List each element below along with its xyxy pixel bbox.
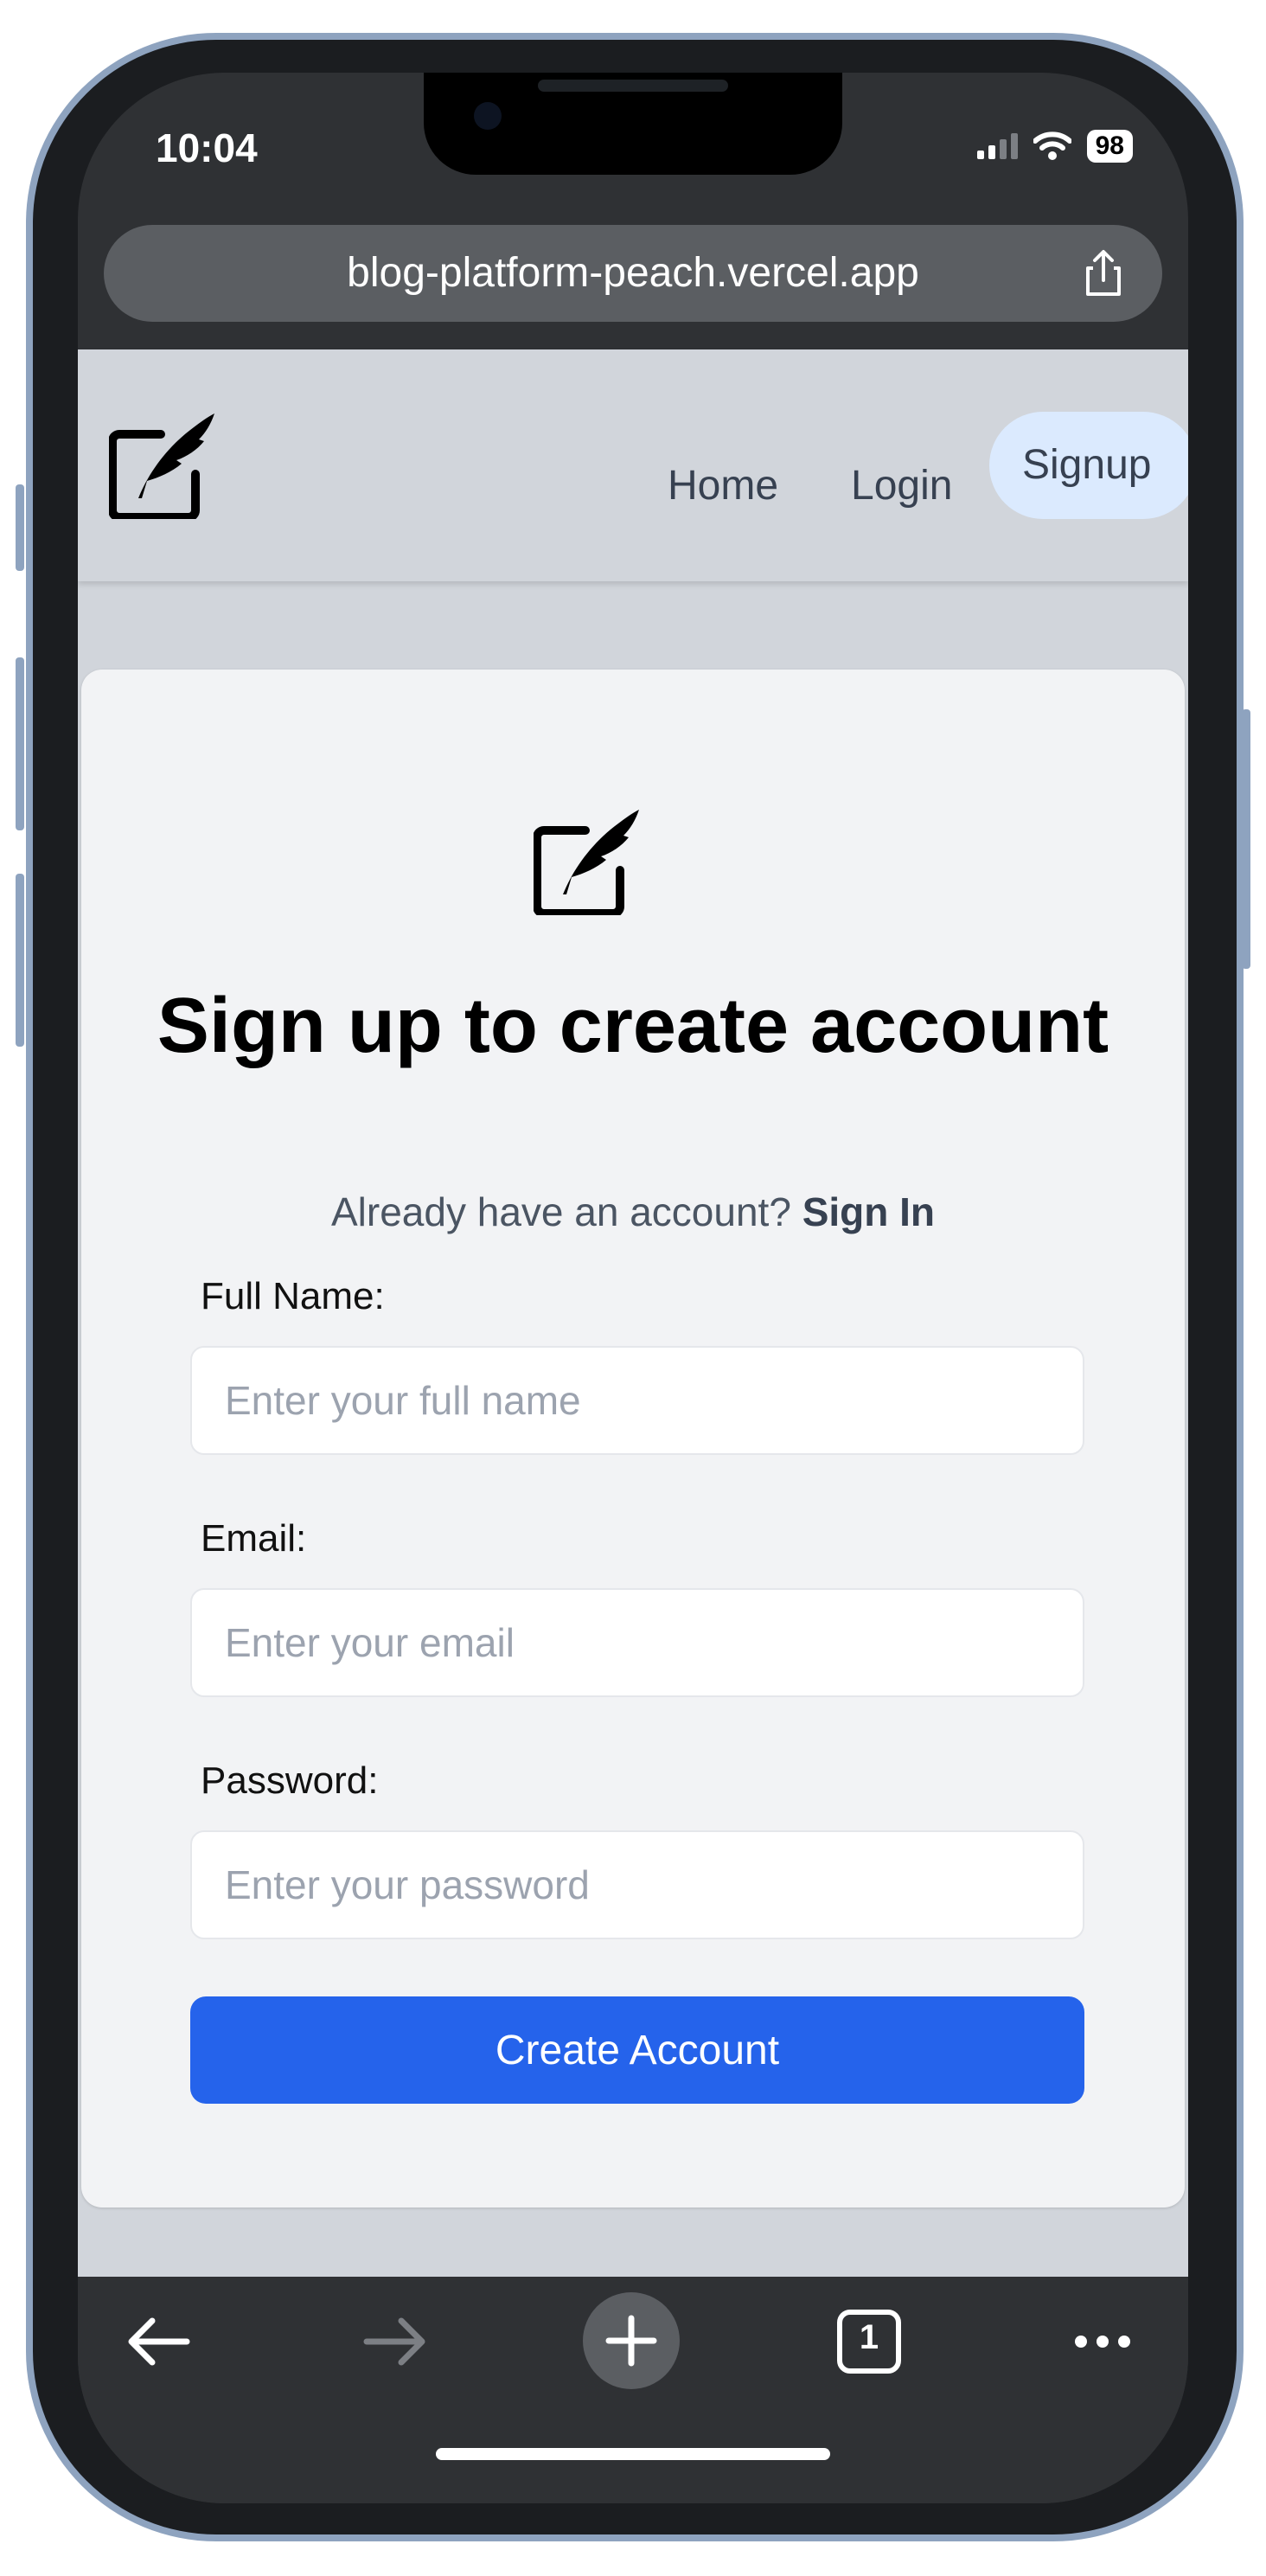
signup-card: Sign up to create account Already have a…	[81, 670, 1185, 2208]
plus-icon	[605, 2315, 657, 2367]
create-account-button[interactable]: Create Account	[190, 1996, 1084, 2104]
side-button	[1242, 709, 1250, 969]
status-icons: 98	[976, 130, 1133, 163]
site-navbar: Home Login Signup	[78, 349, 1188, 581]
share-icon[interactable]	[1079, 249, 1128, 298]
nav-signup-link[interactable]: Signup	[989, 412, 1188, 519]
back-arrow-icon[interactable]	[111, 2294, 206, 2389]
url-text: blog-platform-peach.vercel.app	[347, 250, 919, 296]
side-button	[16, 874, 24, 1047]
side-button	[16, 657, 24, 830]
address-bar[interactable]: blog-platform-peach.vercel.app	[104, 225, 1162, 322]
tabs-button[interactable]: 1	[822, 2294, 917, 2389]
tab-count: 1	[859, 2318, 879, 2356]
email-input[interactable]	[190, 1588, 1084, 1697]
fullname-label: Full Name:	[201, 1275, 385, 1317]
phone-screen: 10:04 98 blog-platform-peach.vercel.app …	[78, 73, 1188, 2503]
page-title: Sign up to create account	[157, 983, 1109, 1069]
signin-prompt-text: Already have an account?	[330, 1189, 791, 1234]
nav-login-link[interactable]: Login	[851, 433, 952, 540]
password-input[interactable]	[190, 1830, 1084, 1939]
camera-icon	[474, 102, 502, 130]
more-icon[interactable]	[1055, 2294, 1150, 2389]
nav-home-link[interactable]: Home	[668, 433, 778, 540]
status-time: 10:04	[156, 125, 258, 170]
password-label: Password:	[201, 1759, 379, 1802]
browser-toolbar: 1	[78, 2277, 1188, 2503]
fullname-input[interactable]	[190, 1346, 1084, 1455]
new-tab-button[interactable]	[583, 2292, 680, 2389]
quill-logo-icon[interactable]	[109, 412, 216, 519]
wifi-icon	[1033, 131, 1071, 160]
side-button	[16, 484, 24, 571]
forward-arrow-icon[interactable]	[348, 2294, 443, 2389]
email-label: Email:	[201, 1517, 307, 1560]
notch	[424, 73, 842, 175]
home-indicator[interactable]	[436, 2448, 830, 2460]
signin-prompt: Already have an account? Sign In	[81, 1189, 1185, 1235]
signal-icon	[976, 133, 1018, 159]
battery-icon: 98	[1086, 130, 1133, 163]
signin-link[interactable]: Sign In	[802, 1189, 935, 1234]
quill-logo-icon	[534, 810, 639, 915]
web-content: Home Login Signup Sign up to create acco…	[78, 349, 1188, 2277]
